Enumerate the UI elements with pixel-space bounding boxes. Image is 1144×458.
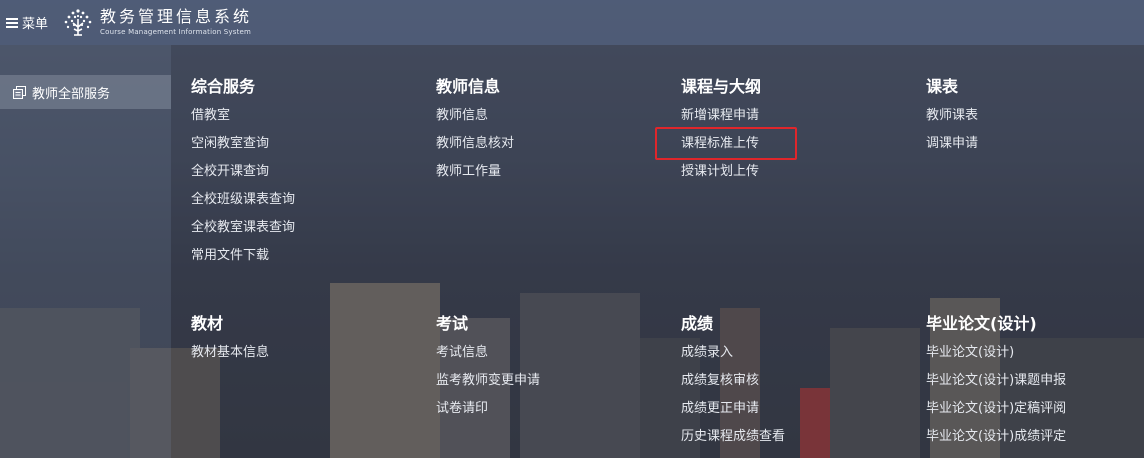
section-title: 教师信息 — [436, 77, 501, 96]
tree-logo-icon — [64, 8, 92, 36]
brand-title: 教务管理信息系统 — [100, 7, 253, 26]
section-textbooks: 教材 教材基本信息 — [191, 314, 421, 372]
copy-pages-icon — [13, 85, 26, 99]
menu-item-grade-correction-application[interactable]: 成绩更正申请 — [681, 400, 911, 428]
menu-item-grade-review[interactable]: 成绩复核审核 — [681, 372, 911, 400]
section-title: 综合服务 — [191, 77, 256, 96]
menu-item-exam-paper-print-request[interactable]: 试卷请印 — [436, 400, 666, 428]
menu-item-grade-entry[interactable]: 成绩录入 — [681, 344, 911, 372]
menu-item-thesis-topic-declaration[interactable]: 毕业论文(设计)课题申报 — [926, 372, 1144, 400]
menu-item-thesis-grade-assessment[interactable]: 毕业论文(设计)成绩评定 — [926, 428, 1144, 456]
menu-item-thesis[interactable]: 毕业论文(设计) — [926, 344, 1144, 372]
menu-item-invigilator-change-application[interactable]: 监考教师变更申请 — [436, 372, 666, 400]
section-timetable: 课表 教师课表 调课申请 — [926, 77, 1144, 163]
section-teacher-info: 教师信息 教师信息 教师信息核对 教师工作量 — [436, 77, 666, 191]
service-menu-panel: 综合服务 借教室 空闲教室查询 全校开课查询 全校班级课表查询 全校教室课表查询… — [171, 45, 1144, 458]
menu-toggle-button[interactable]: 菜单 — [6, 13, 48, 32]
section-title: 毕业论文(设计) — [926, 314, 1037, 333]
section-grades: 成绩 成绩录入 成绩复核审核 成绩更正申请 历史课程成绩查看 — [681, 314, 911, 456]
menu-label: 菜单 — [22, 17, 49, 32]
menu-item-historical-grades-view[interactable]: 历史课程成绩查看 — [681, 428, 911, 456]
menu-item-classroom-schedule-query[interactable]: 全校教室课表查询 — [191, 219, 421, 247]
brand-subtitle: Course Management Information System — [100, 28, 252, 36]
menu-item-free-classroom-query[interactable]: 空闲教室查询 — [191, 135, 421, 163]
menu-item-teacher-info[interactable]: 教师信息 — [436, 107, 666, 135]
hamburger-icon — [6, 17, 18, 28]
menu-item-school-courses-query[interactable]: 全校开课查询 — [191, 163, 421, 191]
sidebar: 教师全部服务 — [0, 45, 171, 458]
section-title: 教材 — [191, 314, 224, 333]
section-title: 课程与大纲 — [681, 77, 762, 96]
sidebar-item-teacher-services[interactable]: 教师全部服务 — [0, 75, 171, 109]
section-comprehensive-services: 综合服务 借教室 空闲教室查询 全校开课查询 全校班级课表查询 全校教室课表查询… — [191, 77, 421, 275]
section-title: 课表 — [926, 77, 959, 96]
menu-item-class-schedule-query[interactable]: 全校班级课表查询 — [191, 191, 421, 219]
section-title: 成绩 — [681, 314, 714, 333]
sidebar-item-label: 教师全部服务 — [32, 86, 111, 102]
menu-item-teacher-info-check[interactable]: 教师信息核对 — [436, 135, 666, 163]
menu-item-teaching-plan-upload[interactable]: 授课计划上传 — [681, 163, 911, 191]
menu-item-common-file-download[interactable]: 常用文件下载 — [191, 247, 421, 275]
brand: 教务管理信息系统 Course Management Information S… — [62, 7, 252, 39]
menu-item-textbook-basic-info[interactable]: 教材基本信息 — [191, 344, 421, 372]
menu-item-teacher-workload[interactable]: 教师工作量 — [436, 163, 666, 191]
menu-item-borrow-classroom[interactable]: 借教室 — [191, 107, 421, 135]
section-thesis: 毕业论文(设计) 毕业论文(设计) 毕业论文(设计)课题申报 毕业论文(设计)定… — [926, 314, 1144, 456]
menu-item-thesis-final-review[interactable]: 毕业论文(设计)定稿评阅 — [926, 400, 1144, 428]
section-title: 考试 — [436, 314, 469, 333]
menu-item-teacher-timetable[interactable]: 教师课表 — [926, 107, 1144, 135]
menu-item-exam-info[interactable]: 考试信息 — [436, 344, 666, 372]
section-exams: 考试 考试信息 监考教师变更申请 试卷请印 — [436, 314, 666, 428]
menu-item-class-adjust-application[interactable]: 调课申请 — [926, 135, 1144, 163]
highlight-annotation-box — [655, 127, 797, 160]
top-navbar: 菜单 教务管理信息系统 Course Management Informatio… — [0, 0, 1144, 45]
